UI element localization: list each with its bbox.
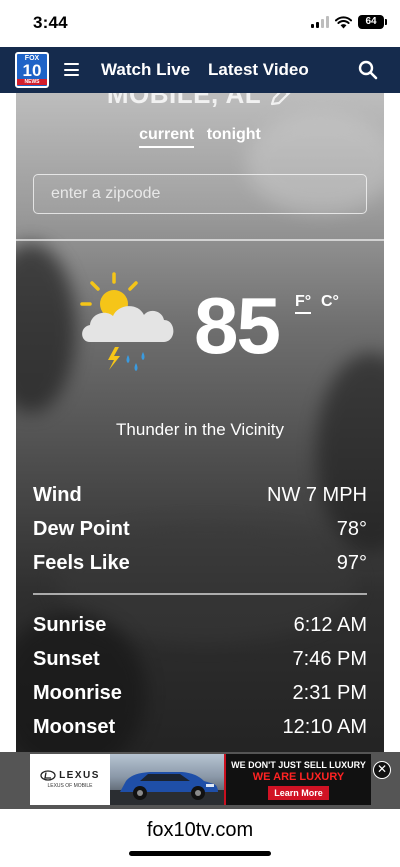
suv-car-icon <box>110 772 224 805</box>
weather-card: MOBILE, AL current tonight 85 F° C° Thun… <box>16 93 384 760</box>
status-bar: 3:44 64 <box>0 0 400 47</box>
lexus-logo: LEXUS <box>40 770 100 781</box>
ad-message-panel: WE DON'T JUST SELL LUXURY WE ARE LUXURY … <box>224 754 371 805</box>
stat-label: Wind <box>33 483 82 506</box>
tab-current[interactable]: current <box>139 126 195 148</box>
logo-number-text: 10 <box>22 61 42 80</box>
city-name: MOBILE, AL <box>16 93 384 110</box>
current-temperature: 85 <box>194 281 281 370</box>
city-label: MOBILE, AL <box>106 93 262 109</box>
zipcode-input[interactable] <box>33 174 367 214</box>
astro-label: Moonrise <box>33 681 122 704</box>
ad-car-image <box>110 754 224 805</box>
unit-celsius-toggle[interactable]: C° <box>321 293 339 311</box>
menu-icon[interactable] <box>64 63 79 76</box>
ad-brand: LEXUS <box>59 770 100 781</box>
astro-label: Sunrise <box>33 613 107 636</box>
status-icons: 64 <box>311 15 387 29</box>
section-divider <box>16 239 384 241</box>
ad-close-icon[interactable]: ✕ <box>373 761 391 779</box>
ad-headline: WE DON'T JUST SELL LUXURY <box>231 759 366 770</box>
stat-row-wind: Wind NW 7 MPH <box>33 480 367 510</box>
section-divider <box>33 593 367 595</box>
astro-value: 6:12 AM <box>293 613 367 636</box>
cellular-signal-icon <box>311 16 329 28</box>
ad-brand-panel: LEXUS LEXUS OF MOBILE <box>30 754 110 805</box>
astro-label: Moonset <box>33 715 116 738</box>
unit-fahrenheit-toggle[interactable]: F° <box>295 293 312 314</box>
stat-label: Dew Point <box>33 517 130 540</box>
stat-value: 97° <box>336 551 367 574</box>
nav-latest-video[interactable]: Latest Video <box>208 60 309 80</box>
browser-url-bar: fox10tv.com <box>0 809 400 867</box>
wifi-icon <box>335 15 352 28</box>
lexus-emblem-icon <box>40 770 56 781</box>
url-text[interactable]: fox10tv.com <box>0 819 400 842</box>
weather-condition: Thunder in the Vicinity <box>116 420 284 439</box>
battery-icon: 64 <box>358 15 387 29</box>
stat-row-dew-point: Dew Point 78° <box>33 514 367 544</box>
stat-label: Feels Like <box>33 551 130 574</box>
pencil-edit-icon[interactable] <box>269 93 293 107</box>
status-time: 3:44 <box>33 13 68 32</box>
stat-value: NW 7 MPH <box>267 483 367 506</box>
home-indicator[interactable] <box>129 851 271 856</box>
ad-tagline: WE ARE LUXURY <box>252 770 345 783</box>
lexus-ad-banner[interactable]: LEXUS LEXUS OF MOBILE WE DON'T JUST SELL… <box>30 754 371 805</box>
astro-row-moonset: Moonset 12:10 AM <box>33 712 367 742</box>
logo-news-text: NEWS <box>17 79 47 85</box>
tab-tonight[interactable]: tonight <box>207 126 261 146</box>
astro-row-sunset: Sunset 7:46 PM <box>33 644 367 674</box>
stat-row-feels-like: Feels Like 97° <box>33 548 367 578</box>
astro-row-sunrise: Sunrise 6:12 AM <box>33 610 367 640</box>
astro-value: 7:46 PM <box>292 647 367 670</box>
stat-value: 78° <box>336 517 367 540</box>
partly-cloudy-thunderstorm-icon <box>80 272 174 371</box>
astro-value: 2:31 PM <box>292 681 367 704</box>
astro-row-moonrise: Moonrise 2:31 PM <box>33 678 367 708</box>
nav-watch-live[interactable]: Watch Live <box>101 60 190 80</box>
ad-learn-more-button[interactable]: Learn More <box>268 785 329 800</box>
astro-label: Sunset <box>33 647 100 670</box>
astro-value: 12:10 AM <box>282 715 367 738</box>
ad-dealer: LEXUS OF MOBILE <box>47 783 93 789</box>
site-navbar: FOX 10 NEWS Watch Live Latest Video <box>0 47 400 93</box>
fox10-logo[interactable]: FOX 10 NEWS <box>15 52 49 88</box>
forecast-tabs: current tonight <box>16 126 384 148</box>
search-icon[interactable] <box>358 60 378 80</box>
